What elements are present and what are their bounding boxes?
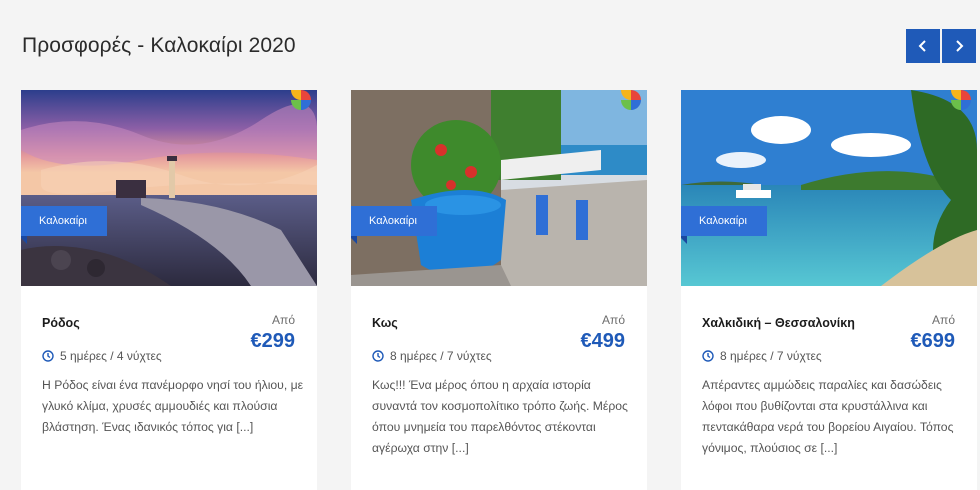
card-title[interactable]: Ρόδος [42,316,80,330]
clock-icon [372,350,384,362]
price-prefix: Από [932,313,955,327]
offer-card-kos[interactable]: Καλοκαίρι Κως Από €499 8 ημέρες / 7 νύχτ… [351,90,647,490]
duration-info: 5 ημέρες / 4 νύχτες [42,349,162,363]
brand-logo-icon [951,90,971,110]
price-value: €699 [910,330,956,352]
season-badge: Καλοκαίρι [681,206,767,244]
chevron-left-icon [918,40,926,52]
duration-text: 8 ημέρες / 7 νύχτες [390,349,492,363]
section-title: Προσφορές - Καλοκαίρι 2020 [22,34,296,57]
offer-card-halkidiki[interactable]: Καλοκαίρι Χαλκιδική – Θεσσαλονίκη Από €6… [681,90,977,490]
rhodes-harbor-photo [21,90,317,286]
halkidiki-beach-photo [681,90,977,286]
price-value: €499 [580,330,626,352]
card-description: Απέραντες αμμώδεις παραλίες και δασώδεις… [702,378,954,455]
card-description: Η Ρόδος είναι ένα πανέμορφο νησί του ήλι… [42,378,304,434]
clock-icon [42,350,54,362]
chevron-right-icon [956,40,964,52]
card-image-kos[interactable]: Καλοκαίρι [351,90,647,286]
card-image-halkidiki[interactable]: Καλοκαίρι [681,90,977,286]
duration-info: 8 ημέρες / 7 νύχτες [372,349,492,363]
season-badge: Καλοκαίρι [21,206,107,244]
card-title[interactable]: Κως [372,316,398,330]
carousel-prev-button[interactable] [906,29,940,63]
card-title[interactable]: Χαλκιδική – Θεσσαλονίκη [702,316,855,330]
kos-street-photo [351,90,647,286]
price-prefix: Από [602,313,625,327]
offer-card-rhodes[interactable]: Καλοκαίρι Ρόδος Από €299 5 ημέρες / 4 νύ… [21,90,317,490]
clock-icon [702,350,714,362]
brand-logo-icon [291,90,311,110]
card-description: Κως!!! Ένα μέρος όπου η αρχαία ιστορία σ… [372,378,628,455]
price-prefix: Από [272,313,295,327]
season-badge: Καλοκαίρι [351,206,437,244]
duration-text: 8 ημέρες / 7 νύχτες [720,349,822,363]
card-image-rhodes[interactable]: Καλοκαίρι [21,90,317,286]
duration-info: 8 ημέρες / 7 νύχτες [702,349,822,363]
price-value: €299 [250,330,296,352]
duration-text: 5 ημέρες / 4 νύχτες [60,349,162,363]
brand-logo-icon [621,90,641,110]
carousel-next-button[interactable] [942,29,976,63]
